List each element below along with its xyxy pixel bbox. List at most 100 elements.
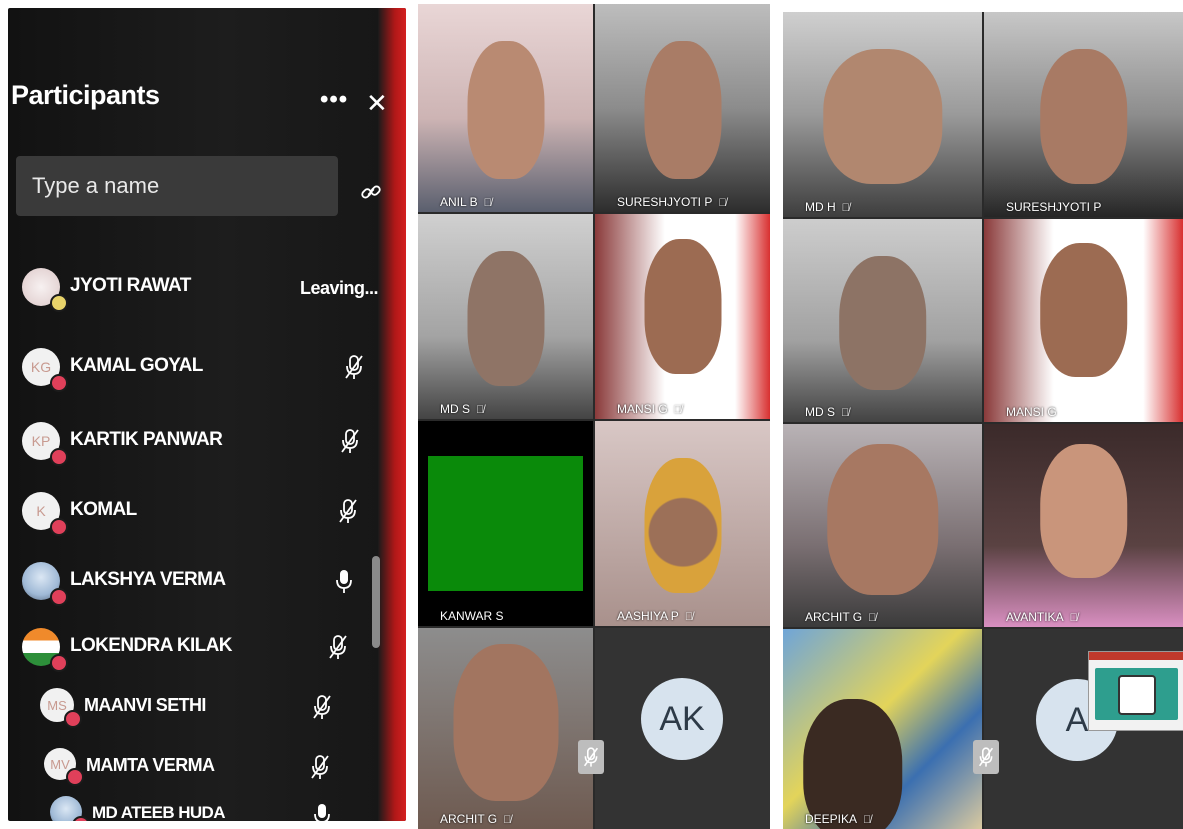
status-dot: [50, 588, 68, 606]
thumbnail-slide: [1095, 668, 1178, 720]
screen-share-thumbnail[interactable]: [1088, 651, 1183, 731]
more-icon[interactable]: •••: [320, 86, 348, 114]
participant-name: KAMAL GOYAL: [70, 355, 203, 376]
participant-name: MAMTA VERMA: [86, 755, 215, 775]
participant-name: LOKENDRA KILAK: [70, 635, 232, 656]
mic-off-icon: 🎙̸: [863, 814, 872, 826]
status-dot: [66, 768, 84, 786]
participant-status: Leaving...: [299, 278, 379, 298]
participant-video: [644, 41, 721, 179]
tile-label: AASHIYA P 🎙̸: [617, 609, 694, 623]
participant-video: [1039, 48, 1128, 185]
thumbnail-card: [1117, 675, 1156, 715]
shared-video: [428, 456, 583, 591]
participant-video: [1039, 444, 1128, 579]
participant-video: [644, 238, 721, 374]
mic-off-icon[interactable]: [973, 740, 999, 774]
participant-row[interactable]: LAKSHYA VERMA: [22, 560, 382, 610]
video-tile[interactable]: MD H 🎙̸: [783, 12, 982, 217]
participant-name: KOMAL: [70, 499, 137, 520]
tile-label: AVANTIKA 🎙̸: [1006, 610, 1078, 624]
participant-row[interactable]: JYOTI RAWAT Leaving...: [22, 266, 382, 316]
participant-name: JYOTI RAWAT: [70, 275, 191, 296]
status-dot: [64, 710, 82, 728]
link-icon[interactable]: [360, 181, 382, 203]
mic-off-icon[interactable]: [328, 634, 348, 660]
tile-label: ARCHIT G 🎙̸: [440, 812, 512, 826]
participant-name: LAKSHYA VERMA: [70, 569, 226, 590]
participant-row[interactable]: MS MAANVI SETHI: [40, 686, 400, 736]
mic-off-icon: 🎙̸: [1069, 612, 1078, 624]
participant-video: [453, 644, 558, 801]
mic-off-icon: 🎙̸: [718, 197, 727, 209]
video-tile[interactable]: AASHIYA P 🎙̸: [595, 421, 770, 626]
thumbnail-titlebar: [1089, 652, 1183, 660]
video-tile[interactable]: SURESHJYOTI P 🎙̸: [595, 4, 770, 212]
participant-name: MAANVI SETHI: [84, 695, 206, 715]
mic-off-icon: 🎙̸: [868, 612, 877, 624]
mic-off-icon: 🎙̸: [503, 814, 512, 826]
video-grid-2: MD H 🎙̸ SURESHJYOTI P MD S 🎙̸ MANSI G ARCH…: [783, 12, 1183, 829]
tile-label: ARCHIT G 🎙̸: [805, 610, 877, 624]
participant-name: MD ATEEB HUDA: [92, 803, 226, 821]
participant-row[interactable]: KP KARTIK PANWAR: [22, 420, 382, 470]
participant-video: [467, 41, 544, 179]
status-dot: [50, 654, 68, 672]
mic-off-icon: 🎙̸: [673, 404, 682, 416]
tile-label: KANWAR S: [440, 609, 504, 623]
participant-video: [1039, 243, 1128, 378]
video-tile[interactable]: MD S 🎙̸: [783, 219, 982, 422]
tile-label: DEEPIKA 🎙̸: [805, 812, 872, 826]
video-tile[interactable]: AVANTIKA 🎙̸: [984, 424, 1183, 627]
video-tile[interactable]: KANWAR S: [418, 421, 593, 626]
video-tile[interactable]: DEEPIKA 🎙̸: [783, 629, 982, 829]
video-tile[interactable]: AK: [595, 628, 770, 829]
status-dot: [50, 374, 68, 392]
video-tile[interactable]: MANSI G 🎙̸: [595, 214, 770, 419]
mic-off-icon[interactable]: [340, 428, 360, 454]
video-tile[interactable]: MD S 🎙̸: [418, 214, 593, 419]
video-grid-1: ANIL B 🎙̸ SURESHJYOTI P 🎙̸ MD S 🎙̸ MANSI G 🎙…: [418, 4, 770, 829]
video-tile[interactable]: A: [984, 629, 1183, 829]
tile-label: MD S 🎙̸: [440, 402, 485, 416]
mic-off-icon: 🎙̸: [483, 197, 492, 209]
participants-panel: Participants ••• ✕ JYOTI RAWAT Leaving..…: [8, 8, 406, 821]
participant-name: KARTIK PANWAR: [70, 429, 223, 450]
mic-off-icon[interactable]: [312, 694, 332, 720]
participant-row[interactable]: K KOMAL: [22, 490, 382, 540]
participant-row[interactable]: MV MAMTA VERMA: [44, 746, 404, 796]
mic-off-icon: 🎙̸: [841, 407, 850, 419]
tile-label: SURESHJYOTI P: [1006, 200, 1102, 214]
status-dot: [50, 294, 68, 312]
mic-off-icon[interactable]: [310, 754, 330, 780]
participant-row[interactable]: MD ATEEB HUDA: [50, 794, 406, 821]
video-tile[interactable]: ARCHIT G 🎙̸: [783, 424, 982, 627]
mic-off-icon[interactable]: [578, 740, 604, 774]
participant-row[interactable]: LOKENDRA KILAK: [22, 626, 382, 676]
participant-video: [644, 457, 721, 594]
mic-icon[interactable]: [312, 802, 332, 821]
mic-off-icon[interactable]: [338, 498, 358, 524]
panel-title: Participants: [11, 80, 160, 110]
tile-label: MD S 🎙̸: [805, 405, 850, 419]
video-tile[interactable]: ANIL B 🎙̸: [418, 4, 593, 212]
video-tile[interactable]: ARCHIT G 🎙̸: [418, 628, 593, 829]
tile-label: MANSI G 🎙̸: [617, 402, 682, 416]
tile-label: MD H 🎙̸: [805, 200, 850, 214]
participant-video: [467, 250, 544, 387]
participant-video: [838, 255, 927, 390]
status-dot: [50, 518, 68, 536]
video-tile[interactable]: SURESHJYOTI P: [984, 12, 1183, 217]
mic-off-icon[interactable]: [344, 354, 364, 380]
mic-off-icon: 🎙̸: [684, 611, 694, 623]
participant-video: [826, 444, 939, 595]
mic-off-icon: 🎙̸: [476, 404, 485, 416]
search-input[interactable]: [16, 156, 338, 216]
tile-label: MANSI G: [1006, 405, 1057, 419]
close-icon[interactable]: ✕: [366, 88, 388, 119]
avatar-initials: AK: [641, 678, 723, 760]
participant-row[interactable]: KG KAMAL GOYAL: [22, 346, 382, 396]
participant-video: [802, 699, 903, 829]
mic-icon[interactable]: [334, 568, 354, 594]
video-tile[interactable]: MANSI G: [984, 219, 1183, 422]
